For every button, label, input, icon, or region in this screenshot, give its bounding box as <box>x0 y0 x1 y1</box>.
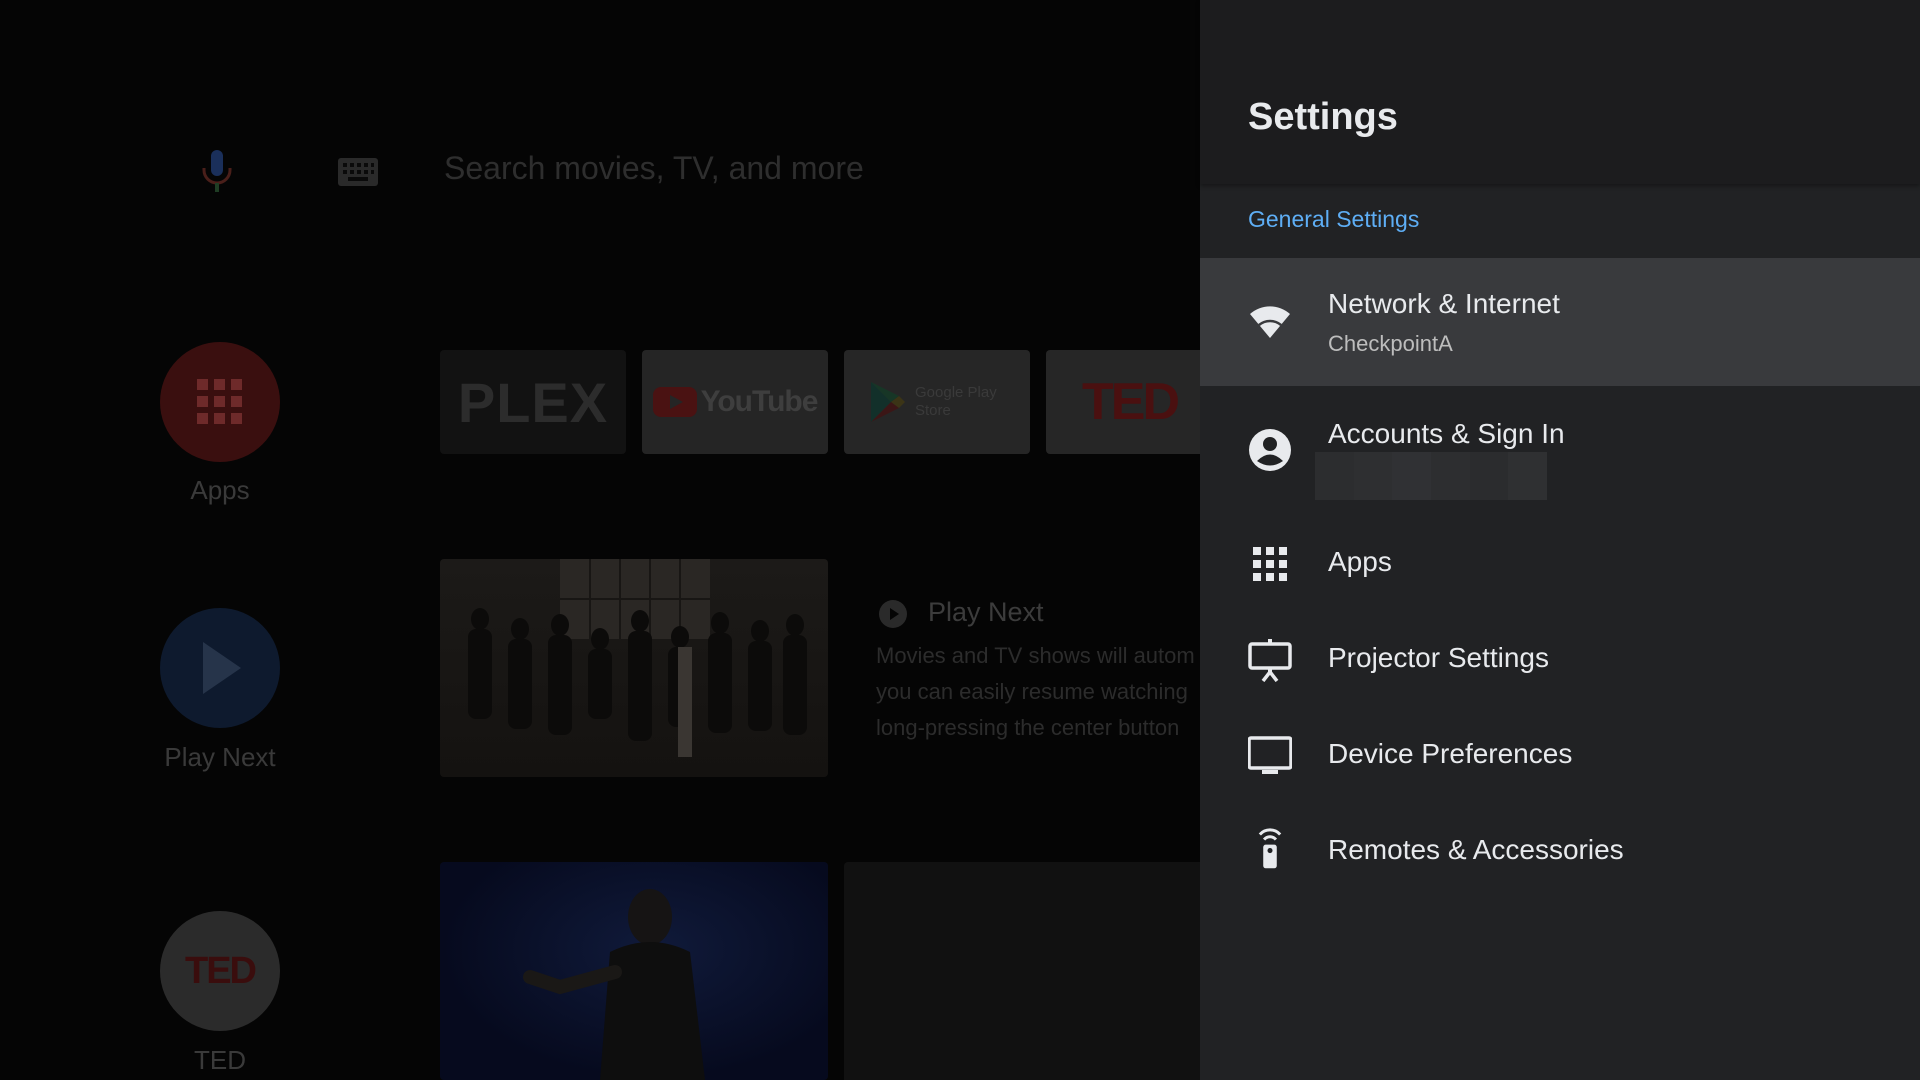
ted-video-card[interactable] <box>844 862 1200 1080</box>
settings-item-apps[interactable]: Apps <box>1200 516 1920 612</box>
play-next-title: Play Next <box>928 597 1044 627</box>
settings-panel: Settings General Settings Network & Inte… <box>1200 0 1920 1080</box>
apps-button[interactable] <box>160 342 280 462</box>
search-input[interactable]: Search movies, TV, and more <box>444 150 864 187</box>
keyboard-icon[interactable] <box>338 158 378 186</box>
play-next-description: Movies and TV shows will autom you can e… <box>876 638 1200 746</box>
account-circle-icon <box>1249 429 1291 471</box>
settings-item-label: Accounts & Sign In <box>1328 418 1565 449</box>
settings-item-label: Apps <box>1328 546 1392 577</box>
settings-item-device-preferences[interactable]: Device Preferences <box>1200 708 1920 804</box>
settings-item-remotes-accessories[interactable]: Remotes & Accessories <box>1200 804 1920 900</box>
settings-item-label: Device Preferences <box>1328 738 1573 769</box>
redacted-account-info <box>1315 452 1548 500</box>
youtube-tile[interactable]: YouTube <box>642 350 828 454</box>
play-next-thumbnail[interactable] <box>440 559 828 777</box>
settings-item-accounts-sign-in[interactable]: Accounts & Sign In <box>1200 386 1920 516</box>
home-screen-background: Search movies, TV, and more Apps Play Ne… <box>0 0 1200 1080</box>
wifi-icon <box>1250 306 1290 338</box>
google-play-store-tile[interactable]: Google Play Store <box>844 350 1030 454</box>
page-title: Settings <box>1248 96 1398 138</box>
remote-icon <box>1258 828 1282 869</box>
ted-video-thumbnail[interactable] <box>440 862 828 1080</box>
ted-speaker-image <box>523 889 705 1080</box>
ted-tile-logo: TED <box>1082 373 1180 431</box>
apps-grid-icon <box>197 379 242 424</box>
google-play-store-label: Google Play Store <box>915 384 997 419</box>
google-play-icon <box>871 382 905 422</box>
plex-tile[interactable]: PLEX <box>440 350 626 454</box>
ted-button[interactable]: TED <box>160 911 280 1031</box>
ted-logo: TED <box>185 949 257 992</box>
play-next-description-line: long-pressing the center button <box>876 715 1180 740</box>
plex-logo: PLEX <box>457 370 609 434</box>
network-name: CheckpointA <box>1328 331 1453 356</box>
apps-label: Apps <box>190 475 250 505</box>
microphone-icon[interactable] <box>195 148 239 194</box>
settings-item-network-internet[interactable]: Network & Internet CheckpointA <box>1200 258 1920 386</box>
ted-label: TED <box>194 1045 246 1075</box>
apps-grid-icon <box>1253 547 1287 581</box>
monitor-icon <box>1248 736 1292 774</box>
play-next-description-line: Movies and TV shows will autom <box>876 643 1195 668</box>
play-next-description-line: you can easily resume watching <box>876 679 1188 704</box>
settings-header: Settings <box>1200 0 1920 184</box>
general-settings-header: General Settings <box>1248 206 1420 232</box>
play-next-label: Play Next <box>164 742 276 772</box>
play-icon <box>203 642 241 694</box>
settings-item-label: Network & Internet <box>1328 288 1560 319</box>
play-next-icon <box>879 600 907 628</box>
projector-icon <box>1248 639 1292 682</box>
cast-photo-image <box>468 559 807 757</box>
settings-item-projector-settings[interactable]: Projector Settings <box>1200 612 1920 708</box>
play-next-button[interactable] <box>160 608 280 728</box>
youtube-play-icon <box>652 387 697 417</box>
settings-item-label: Projector Settings <box>1328 642 1549 673</box>
settings-item-label: Remotes & Accessories <box>1328 834 1624 865</box>
youtube-logo: YouTube <box>700 385 819 418</box>
ted-tile[interactable]: TED <box>1046 350 1200 454</box>
